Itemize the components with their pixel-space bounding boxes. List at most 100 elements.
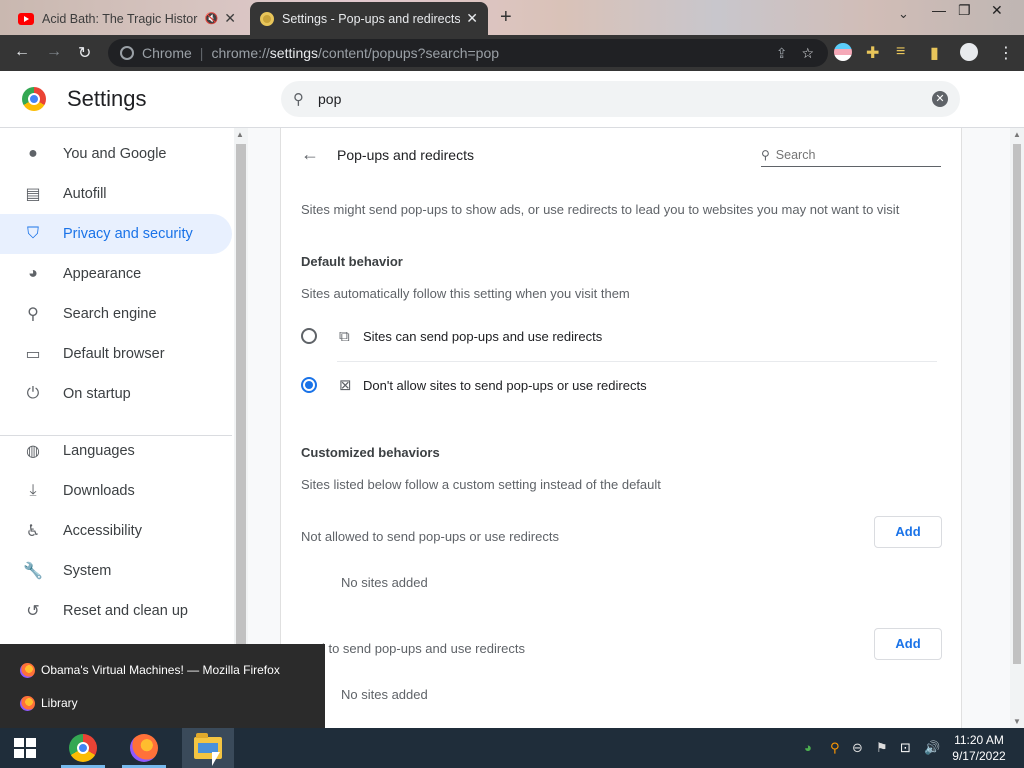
scrollbar-thumb[interactable] xyxy=(236,144,246,644)
status-tray-icon[interactable]: ⊖ xyxy=(852,740,863,756)
bookmark-star-icon[interactable]: ☆ xyxy=(801,45,814,62)
sidebar-item-label: On startup xyxy=(63,386,131,402)
search-tray-icon[interactable]: ⚲ xyxy=(830,740,840,756)
sidebar-item-appearance[interactable]: ◕ Appearance xyxy=(0,254,232,294)
profile-avatar-icon[interactable] xyxy=(960,43,978,61)
open-in-new-icon: ⧉ xyxy=(339,327,350,345)
option-allow-popups[interactable]: ⧉ Sites can send pop-ups and use redirec… xyxy=(301,316,937,356)
back-arrow-icon[interactable]: ← xyxy=(301,144,319,165)
sidebar-item-label: Appearance xyxy=(63,266,142,282)
add-not-allowed-button[interactable]: Add xyxy=(874,516,942,548)
network-globe-icon[interactable]: ◕ xyxy=(804,740,812,755)
person-icon: ● xyxy=(28,145,38,162)
sidebar-item-system[interactable]: 🔧 System xyxy=(0,551,232,591)
search-input[interactable] xyxy=(318,91,878,107)
add-allowed-button[interactable]: Add xyxy=(874,628,942,660)
share-icon[interactable]: ⇪ xyxy=(776,45,788,62)
customized-subtext: Sites listed below follow a custom setti… xyxy=(301,477,661,492)
chrome-logo-icon xyxy=(22,87,46,111)
customized-heading: Customized behaviors xyxy=(301,445,440,460)
sidebar-item-privacy[interactable]: ⛉ Privacy and security xyxy=(0,214,232,254)
taskbar-firefox[interactable] xyxy=(118,728,170,768)
jumplist-item-firefox-window[interactable]: Obama's Virtual Machines! — Mozilla Fire… xyxy=(20,658,280,682)
description: Sites might send pop-ups to show ads, or… xyxy=(301,202,900,217)
option-block-popups[interactable]: ⊠ Don't allow sites to send pop-ups or u… xyxy=(301,365,937,405)
action-center-flag-icon[interactable]: ⚑ xyxy=(876,740,888,756)
sidebar-item-you-and-google[interactable]: ● You and Google xyxy=(0,134,232,174)
new-tab-button[interactable]: + xyxy=(500,6,512,29)
sidebar-item-label: Autofill xyxy=(63,186,107,202)
tab-search-icon[interactable]: ⌄ xyxy=(898,6,909,22)
sidebar-item-on-startup[interactable]: ⏻ On startup xyxy=(0,374,232,414)
firefox-icon xyxy=(20,662,35,678)
jumplist-item-library[interactable]: Library xyxy=(20,691,78,715)
reading-list-icon[interactable]: ≡ xyxy=(896,43,905,61)
download-icon: ⤓ xyxy=(29,482,37,499)
back-icon[interactable]: ← xyxy=(14,43,30,61)
sidebar-item-languages[interactable]: ◍ Languages xyxy=(0,431,232,471)
scrollbar-thumb[interactable] xyxy=(1013,144,1021,664)
url-text[interactable]: chrome://settings/content/popups?search=… xyxy=(211,45,499,61)
site-search-input[interactable] xyxy=(775,147,926,162)
palette-icon: ◕ xyxy=(28,265,38,282)
tab-settings[interactable]: Settings - Pop-ups and redirects ✕ xyxy=(250,2,488,35)
clipboard-icon: ▤ xyxy=(25,186,41,203)
tab-strip: Acid Bath: The Tragic Histor 🔇 ✕ Setting… xyxy=(0,0,1024,35)
empty-allowed: No sites added xyxy=(341,687,428,702)
empty-not-allowed: No sites added xyxy=(341,575,428,590)
firefox-icon xyxy=(20,695,35,711)
shield-icon: ⛉ xyxy=(26,225,39,242)
search-icon: ⚲ xyxy=(27,306,39,323)
page-title: Settings xyxy=(67,86,147,111)
main-content: ← Pop-ups and redirects ⚲ Sites might se… xyxy=(248,128,1010,728)
sidebar-item-search-engine[interactable]: ⚲ Search engine xyxy=(0,294,232,334)
close-tab-icon[interactable]: ✕ xyxy=(466,10,478,27)
radio-allow[interactable] xyxy=(301,328,317,344)
minimize-icon[interactable]: — xyxy=(932,2,946,18)
forward-icon[interactable]: → xyxy=(46,43,62,61)
accessibility-icon: ♿ xyxy=(25,523,41,540)
close-tab-icon[interactable]: ✕ xyxy=(224,10,236,27)
chrome-site-icon[interactable] xyxy=(120,46,134,60)
address-bar[interactable]: Chrome | chrome://settings/content/popup… xyxy=(108,39,828,67)
volume-icon[interactable]: 🔊 xyxy=(924,740,940,756)
site-search[interactable]: ⚲ xyxy=(761,143,941,167)
clock-date: 9/17/2022 xyxy=(952,749,1006,763)
sidebar-item-reset[interactable]: ↺ Reset and clean up xyxy=(0,591,232,631)
extension-flag-icon[interactable] xyxy=(834,43,852,61)
sidebar-item-accessibility[interactable]: ♿ Accessibility xyxy=(0,511,232,551)
settings-gear-icon xyxy=(260,11,274,26)
sidebar-item-label: Privacy and security xyxy=(63,226,193,242)
scroll-up-arrow-icon[interactable]: ▲ xyxy=(236,130,244,139)
jumplist-label: Obama's Virtual Machines! — Mozilla Fire… xyxy=(41,663,280,677)
scroll-down-arrow-icon[interactable]: ▼ xyxy=(1013,717,1021,726)
sidebar-item-downloads[interactable]: ⤓ Downloads xyxy=(0,471,232,511)
sidebar-item-autofill[interactable]: ▤ Autofill xyxy=(0,174,232,214)
taskbar-file-explorer[interactable] xyxy=(182,728,234,768)
taskbar-jumplist: Obama's Virtual Machines! — Mozilla Fire… xyxy=(0,644,325,728)
browser-toolbar: ← → ↻ Chrome | chrome://settings/content… xyxy=(0,35,1024,71)
reload-icon[interactable]: ↻ xyxy=(78,43,91,63)
tab-youtube[interactable]: Acid Bath: The Tragic Histor 🔇 ✕ xyxy=(8,2,246,35)
allowed-label: wed to send pop-ups and use redirects xyxy=(301,641,526,656)
extensions-puzzle-icon[interactable]: ✚ xyxy=(866,43,879,63)
menu-kebab-icon[interactable]: ⋮ xyxy=(998,43,1014,63)
scroll-up-arrow-icon[interactable]: ▲ xyxy=(1013,130,1021,139)
taskbar-chrome[interactable] xyxy=(57,728,109,768)
windows-start-icon[interactable] xyxy=(14,738,36,758)
restore-icon[interactable]: ❐ xyxy=(958,2,971,19)
mute-icon[interactable]: 🔇 xyxy=(205,12,219,25)
close-window-icon[interactable]: ✕ xyxy=(991,2,1003,19)
clear-search-icon[interactable]: ✕ xyxy=(932,91,948,107)
wrench-icon: 🔧 xyxy=(23,563,43,580)
network-icon[interactable]: ⊡ xyxy=(900,740,911,756)
settings-search[interactable]: ⚲ ✕ xyxy=(281,81,960,117)
main-scrollbar[interactable]: ▲ ▼ xyxy=(1010,128,1024,728)
side-panel-icon[interactable]: ▮ xyxy=(930,43,939,63)
taskbar: ◕ ⚲ ⊖ ⚑ ⊡ 🔊 11:20 AM 9/17/2022 xyxy=(0,728,1024,768)
sidebar-item-default-browser[interactable]: ▭ Default browser xyxy=(0,334,232,374)
system-clock[interactable]: 11:20 AM 9/17/2022 xyxy=(946,732,1012,764)
jumplist-label: Library xyxy=(41,696,78,710)
sidebar-scrollbar[interactable]: ▲ xyxy=(234,128,248,728)
radio-block[interactable] xyxy=(301,377,317,393)
